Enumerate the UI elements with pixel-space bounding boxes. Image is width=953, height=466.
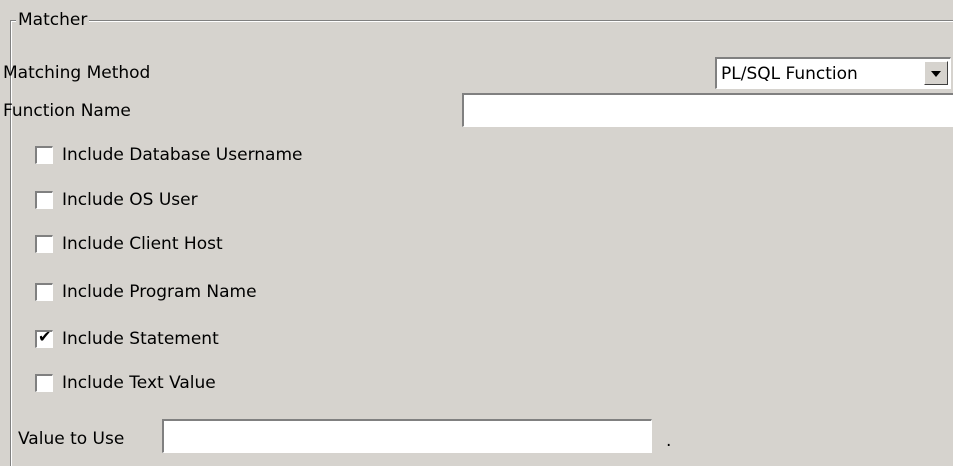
checkbox-box[interactable] bbox=[35, 235, 53, 253]
matching-method-value: PL/SQL Function bbox=[721, 64, 858, 84]
checkbox-label: Include Client Host bbox=[62, 234, 223, 254]
chevron-down-icon bbox=[931, 71, 941, 77]
checkbox-box[interactable]: ✔ bbox=[35, 327, 53, 348]
trailing-dot: . bbox=[666, 431, 672, 451]
value-to-use-label: Value to Use bbox=[18, 429, 125, 449]
checkbox-box[interactable] bbox=[35, 146, 53, 164]
checkbox-label: Include Program Name bbox=[62, 282, 257, 302]
checkbox-box[interactable] bbox=[35, 191, 53, 209]
checkbox-label: Include Statement bbox=[62, 329, 219, 349]
function-name-label: Function Name bbox=[3, 101, 131, 121]
checkbox-label: Include OS User bbox=[62, 190, 198, 210]
dropdown-button[interactable] bbox=[924, 61, 948, 85]
matcher-legend: Matcher bbox=[16, 10, 90, 30]
checkbox-box[interactable] bbox=[35, 283, 53, 301]
checkmark-icon: ✔ bbox=[38, 327, 52, 346]
checkbox-label: Include Database Username bbox=[62, 145, 303, 165]
matching-method-label: Matching Method bbox=[3, 63, 151, 83]
function-name-input[interactable] bbox=[462, 93, 953, 127]
value-to-use-input[interactable] bbox=[162, 419, 652, 453]
checkbox-label: Include Text Value bbox=[62, 373, 216, 393]
checkbox-box[interactable] bbox=[35, 374, 53, 392]
matching-method-dropdown[interactable]: PL/SQL Function bbox=[715, 57, 951, 89]
